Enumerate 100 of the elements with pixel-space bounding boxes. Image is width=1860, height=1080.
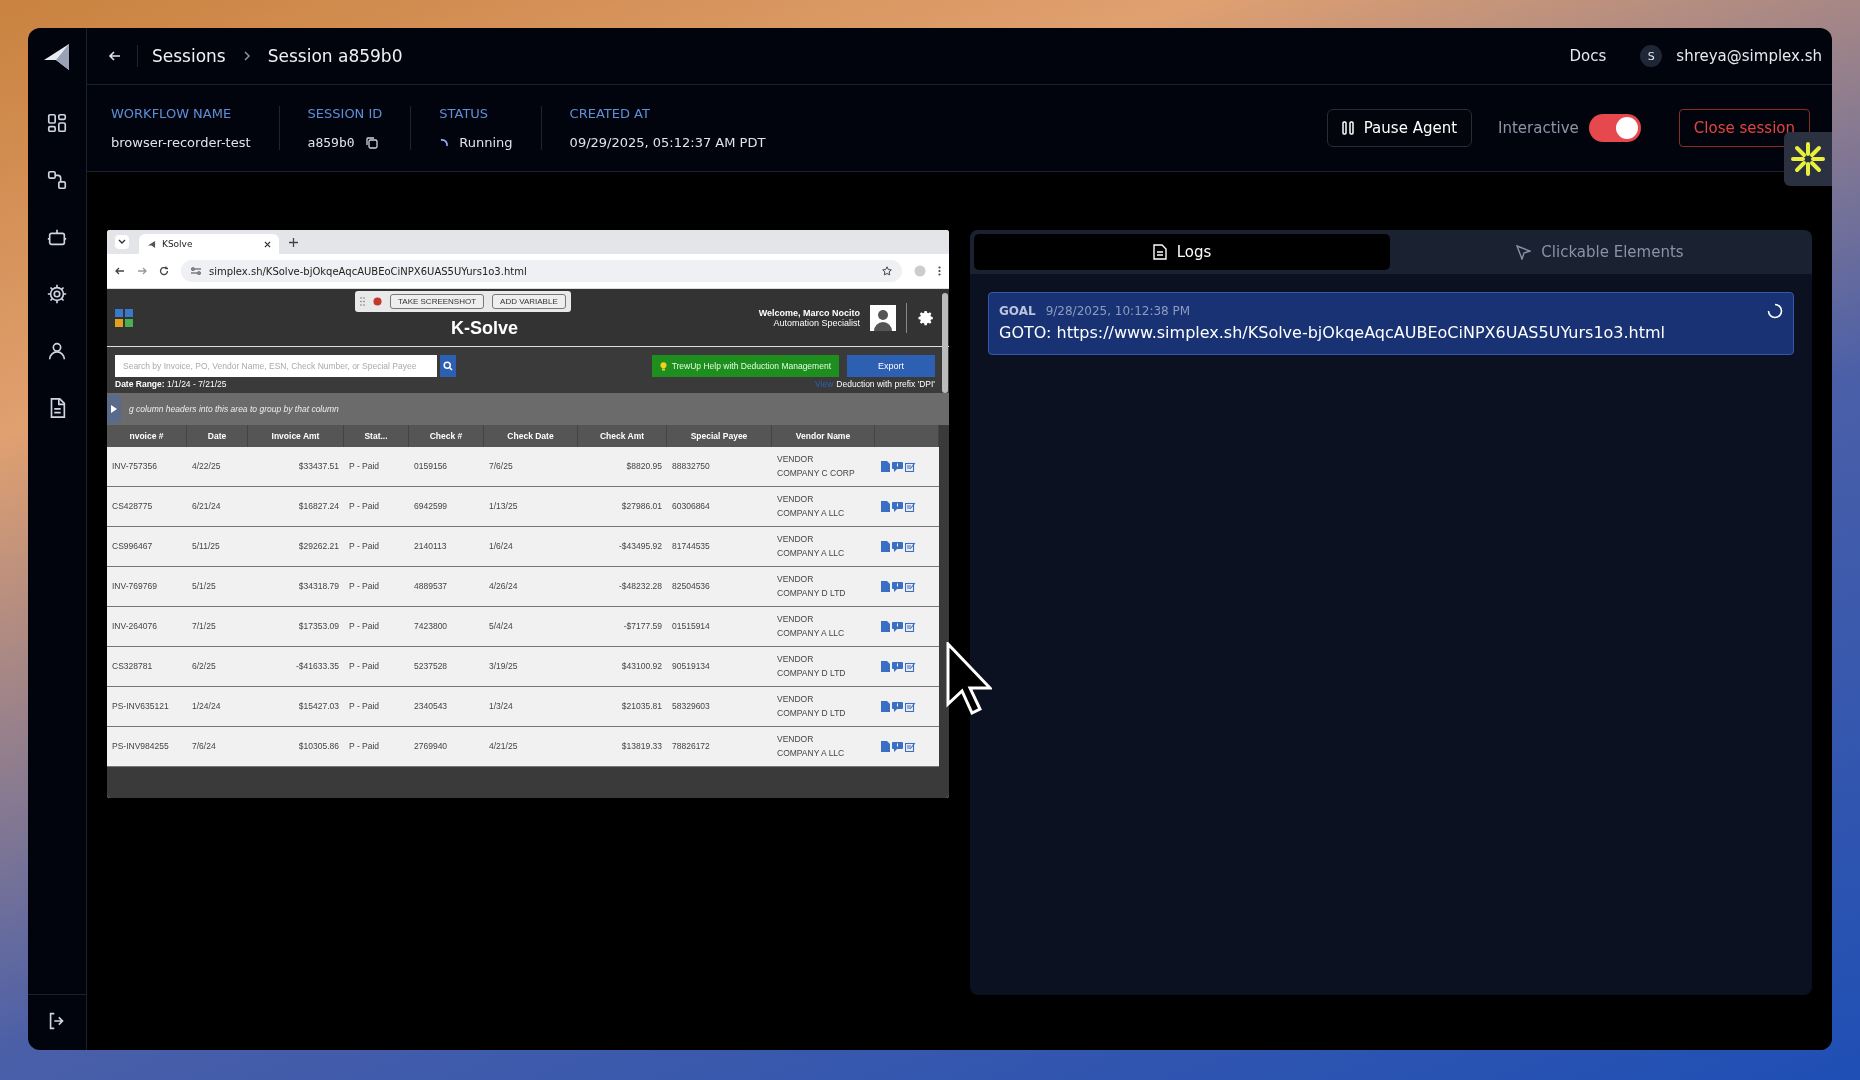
breadcrumb-link[interactable]: Sessions (152, 46, 226, 66)
dropdown-icon[interactable] (115, 235, 129, 249)
comment-icon[interactable] (892, 461, 903, 472)
url-bar[interactable]: simplex.sh/KSolve-bjOkqeAqcAUBEoCiNPX6UAS5UYurs1o3.html (181, 260, 902, 282)
table-cell-text: INV-769769 (112, 579, 157, 593)
edit-icon[interactable] (905, 661, 916, 672)
table-cell-text: P - Paid (349, 499, 380, 513)
table-cell-text: 5/11/25 (192, 539, 220, 553)
user-email[interactable]: shreya@simplex.sh (1676, 47, 1822, 65)
table-cell-text: -$7177.59 (623, 619, 662, 633)
more-icon[interactable] (938, 266, 941, 276)
table-cell-text: 1/24/24 (192, 699, 221, 713)
copy-icon[interactable] (364, 135, 379, 150)
table-cell-text: 88832750 (672, 459, 710, 473)
table-cell-text: $16827.24 (298, 499, 339, 513)
comment-icon[interactable] (892, 581, 903, 592)
table-cell-text: P - Paid (349, 539, 380, 553)
edit-icon[interactable] (905, 741, 916, 752)
interactive-label: Interactive (1498, 119, 1579, 137)
panel-tab[interactable]: Clickable Elements (1392, 234, 1808, 270)
chevron-icon (241, 50, 252, 62)
comment-icon[interactable] (892, 701, 903, 712)
tab-favicon-icon (147, 239, 156, 249)
sparkle-widget-icon[interactable] (1784, 132, 1832, 186)
help-button[interactable]: TrewUp Help with Deduction Management (651, 355, 839, 377)
interactive-toggle[interactable] (1588, 114, 1641, 142)
table-cell-text: $34318.79 (298, 579, 339, 593)
table-cell-text: 0159156 (414, 459, 448, 473)
deduction-note: Deduction with prefix 'DPI' (836, 379, 935, 389)
table-cell-text: PS-INV984255 (112, 739, 169, 753)
comment-icon[interactable] (892, 501, 903, 512)
scrollbar[interactable] (942, 293, 948, 393)
recorder-button[interactable]: TAKE SCREENSHOT (390, 294, 485, 309)
star-icon[interactable] (882, 266, 892, 276)
recorder-button[interactable]: ADD VARIABLE (492, 294, 566, 309)
field-label: SESSION ID (307, 106, 383, 121)
table-cell-text: $29262.21 (298, 539, 339, 553)
table-cell-text: $8820.95 (626, 459, 662, 473)
group-by-hint: g column headers into this area to group by that column (129, 404, 339, 414)
side-panel-handle[interactable] (107, 395, 121, 423)
pause-agent-button[interactable]: Pause Agent (1326, 109, 1473, 147)
panel-tab[interactable]: Logs (974, 234, 1390, 270)
table-cell-text: 78826172 (672, 739, 710, 753)
reload-icon[interactable] (159, 266, 169, 276)
table-cell-text: 7423800 (414, 619, 448, 633)
docs-link[interactable]: Docs (1569, 47, 1607, 65)
table-cell-text: $43100.92 (621, 659, 662, 673)
close-icon[interactable] (264, 240, 271, 248)
comment-icon[interactable] (892, 661, 903, 672)
table-cell-text: P - Paid (349, 739, 380, 753)
logo-icon (42, 41, 72, 72)
edit-icon[interactable] (905, 621, 916, 632)
table-cell-text: 3/19/25 (489, 659, 518, 673)
edit-icon[interactable] (905, 701, 916, 712)
edit-icon[interactable] (905, 461, 916, 472)
log-type: GOAL (999, 304, 1036, 318)
table-cell-text: 4/22/25 (192, 459, 221, 473)
search-field[interactable]: Search by Invoice, PO, Vendor Name, ESN, Check Number, or Special Payee (115, 355, 437, 377)
edit-icon[interactable] (905, 581, 916, 592)
table-cell-text: INV-264076 (112, 619, 157, 633)
welcome-text: Welcome, Marco Nocito (758, 307, 860, 318)
table-cell: VENDOR COMPANY C CORP (777, 453, 855, 480)
lightbulb-icon (659, 361, 667, 371)
comment-icon[interactable] (892, 621, 903, 632)
browser-tab[interactable]: KSolve (139, 234, 279, 254)
pointer-icon (1516, 244, 1532, 260)
table-cell-text: 7/6/25 (489, 459, 513, 473)
grip-icon[interactable] (360, 297, 365, 306)
table-cell: VENDOR COMPANY A LLC (777, 613, 845, 640)
table-cell: VENDOR COMPANY D LTD (777, 693, 846, 720)
log-text: GOTO: https://www.simplex.sh/KSolve-bjOkqeAqcAUBEoCiNPX6UAS5UYurs1o3.html (999, 323, 1667, 342)
table-cell-text: 1/6/24 (489, 539, 513, 553)
table-cell-text: -$41633.35 (296, 659, 339, 673)
table-cell-text: 90519134 (672, 659, 710, 673)
breadcrumb-link[interactable]: Session a859b0 (267, 46, 403, 66)
edit-icon[interactable] (905, 541, 916, 552)
comment-icon[interactable] (892, 741, 903, 752)
edit-icon[interactable] (905, 501, 916, 512)
table-cell-text: P - Paid (349, 659, 380, 673)
table-cell-text: PS-INV635121 (112, 699, 169, 713)
back-arrow-icon[interactable] (115, 266, 125, 276)
table-cell-text: 2769940 (414, 739, 448, 753)
user-role: Automation Specialist (773, 317, 860, 328)
comment-icon[interactable] (892, 541, 903, 552)
new-tab-icon[interactable] (289, 237, 298, 247)
spinner-icon (439, 137, 450, 148)
field-value: a859b0 (307, 135, 355, 150)
table-cell-text: $27986.01 (621, 499, 662, 513)
settings-icon[interactable] (917, 308, 935, 327)
table-cell-text: $13819.33 (621, 739, 662, 753)
record-icon[interactable] (373, 297, 382, 306)
export-button[interactable]: Export (847, 355, 935, 377)
log-time: 9/28/2025, 10:12:38 PM (1045, 304, 1191, 318)
table-cell-text: 4/26/24 (489, 579, 518, 593)
search-icon[interactable] (440, 355, 456, 377)
table-cell: VENDOR COMPANY A LLC (777, 733, 845, 760)
table-cell-text: INV-757356 (112, 459, 157, 473)
forward-arrow-icon[interactable] (137, 266, 147, 276)
table-cell-text: $15427.03 (298, 699, 339, 713)
table-cell-text: 81744535 (672, 539, 710, 553)
